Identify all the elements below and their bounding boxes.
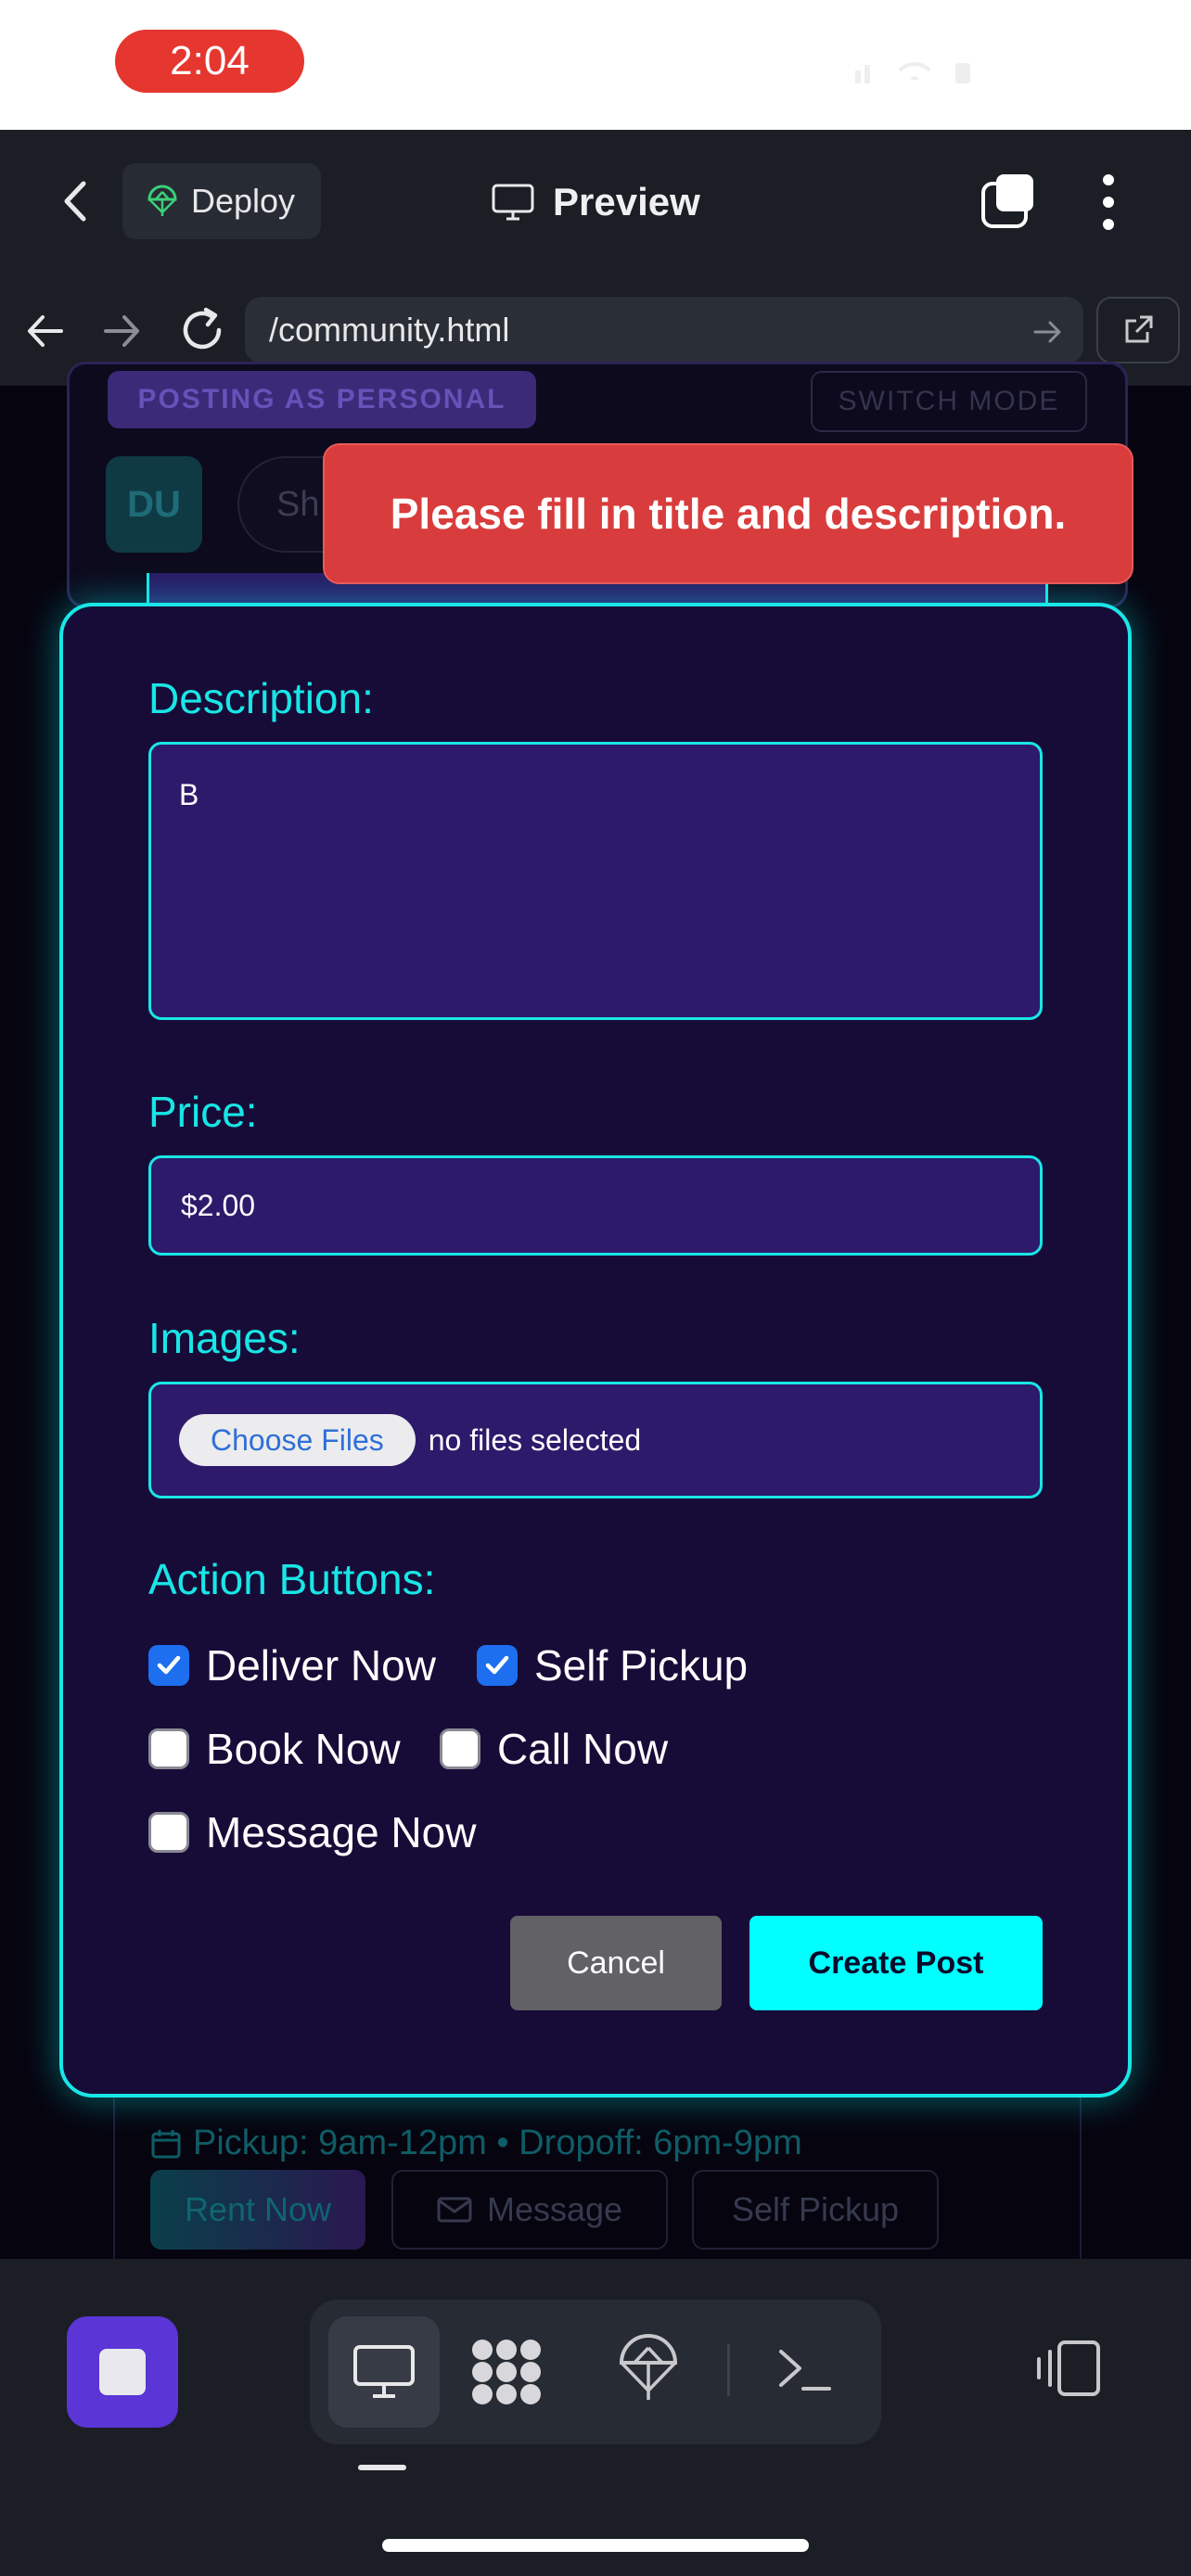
unchecked-checkbox-icon[interactable] — [148, 1728, 189, 1769]
preview-title: Preview — [492, 174, 700, 230]
open-external-button[interactable] — [1096, 297, 1180, 363]
avatar: DU — [106, 456, 202, 553]
nodes-icon[interactable] — [469, 2337, 544, 2407]
switch-mode-button[interactable]: SWITCH MODE — [811, 371, 1087, 432]
stop-icon — [99, 2349, 146, 2395]
checkbox-label: Deliver Now — [206, 1641, 436, 1690]
self-pickup-label: Self Pickup — [731, 2190, 900, 2228]
tool-preview-button[interactable] — [328, 2316, 440, 2428]
device-toggle-icon[interactable] — [1033, 2339, 1102, 2398]
mail-icon — [437, 2197, 472, 2223]
price-input[interactable]: $2.00 — [148, 1155, 1043, 1256]
status-icons — [855, 62, 970, 83]
calendar-icon — [151, 2129, 181, 2158]
deploy-label: Deploy — [191, 182, 296, 220]
checkbox-label: Book Now — [206, 1725, 401, 1773]
monitor-icon — [353, 2345, 415, 2398]
error-toast: Please fill in title and description. — [323, 443, 1133, 584]
terminal-icon[interactable] — [775, 2340, 835, 2400]
monitor-icon — [492, 184, 534, 221]
checkbox-message-now[interactable]: Message Now — [148, 1804, 476, 1860]
deploy-icon — [147, 185, 177, 216]
checkbox-label: Call Now — [497, 1725, 669, 1773]
back-chevron-icon[interactable] — [54, 178, 100, 224]
pickup-info-text: Pickup: 9am-12pm • Dropoff: 6pm-9pm — [193, 2123, 802, 2162]
images-file-input: Choose Files no files selected — [148, 1382, 1043, 1498]
active-tab-indicator — [358, 2465, 406, 2470]
more-options-icon[interactable] — [1095, 172, 1122, 232]
checkbox-call-now[interactable]: Call Now — [440, 1721, 668, 1777]
description-label: Description: — [148, 674, 374, 722]
no-files-text: no files selected — [428, 1422, 642, 1457]
create-post-button[interactable]: Create Post — [749, 1916, 1043, 2010]
home-indicator — [382, 2539, 809, 2552]
toolbar-divider — [727, 2344, 730, 2396]
status-time: 2:04 — [115, 30, 304, 93]
choose-files-button[interactable]: Choose Files — [179, 1414, 416, 1466]
checkbox-deliver-now[interactable]: Deliver Now — [148, 1638, 436, 1693]
external-link-icon — [1125, 315, 1153, 343]
message-button[interactable]: Message — [391, 2170, 668, 2250]
self-pickup-button[interactable]: Self Pickup — [692, 2170, 939, 2250]
price-label: Price: — [148, 1088, 258, 1136]
checkbox-label: Self Pickup — [534, 1641, 749, 1690]
preview-label: Preview — [553, 180, 700, 223]
rent-now-label: Rent Now — [184, 2190, 332, 2228]
message-label: Message — [486, 2190, 623, 2228]
checkbox-book-now[interactable]: Book Now — [148, 1721, 401, 1777]
url-go-icon[interactable] — [1031, 315, 1065, 349]
checked-checkbox-icon[interactable] — [148, 1645, 189, 1686]
url-field[interactable]: /community.html — [245, 297, 1083, 363]
checkbox-self-pickup[interactable]: Self Pickup — [477, 1638, 748, 1693]
pickup-info: Pickup: 9am-12pm • Dropoff: 6pm-9pm — [150, 2123, 802, 2163]
deploy-icon[interactable] — [616, 2333, 681, 2404]
posting-mode-badge: POSTING AS PERSONAL — [108, 371, 536, 428]
nav-back-icon[interactable] — [24, 310, 67, 352]
deploy-button[interactable]: Deploy — [122, 163, 321, 239]
cancel-button[interactable]: Cancel — [510, 1916, 722, 2010]
nav-forward-icon[interactable] — [100, 310, 143, 352]
reload-icon[interactable] — [178, 306, 226, 354]
images-label: Images: — [148, 1314, 301, 1362]
unchecked-checkbox-icon[interactable] — [440, 1728, 480, 1769]
rent-now-button[interactable]: Rent Now — [150, 2170, 365, 2250]
action-buttons-label: Action Buttons: — [148, 1555, 436, 1603]
tabs-icon[interactable] — [980, 172, 1037, 230]
checkbox-label: Message Now — [206, 1808, 477, 1856]
stop-button[interactable] — [67, 2316, 178, 2428]
description-textarea[interactable]: B — [148, 742, 1043, 1020]
unchecked-checkbox-icon[interactable] — [148, 1812, 189, 1853]
checked-checkbox-icon[interactable] — [477, 1645, 518, 1686]
